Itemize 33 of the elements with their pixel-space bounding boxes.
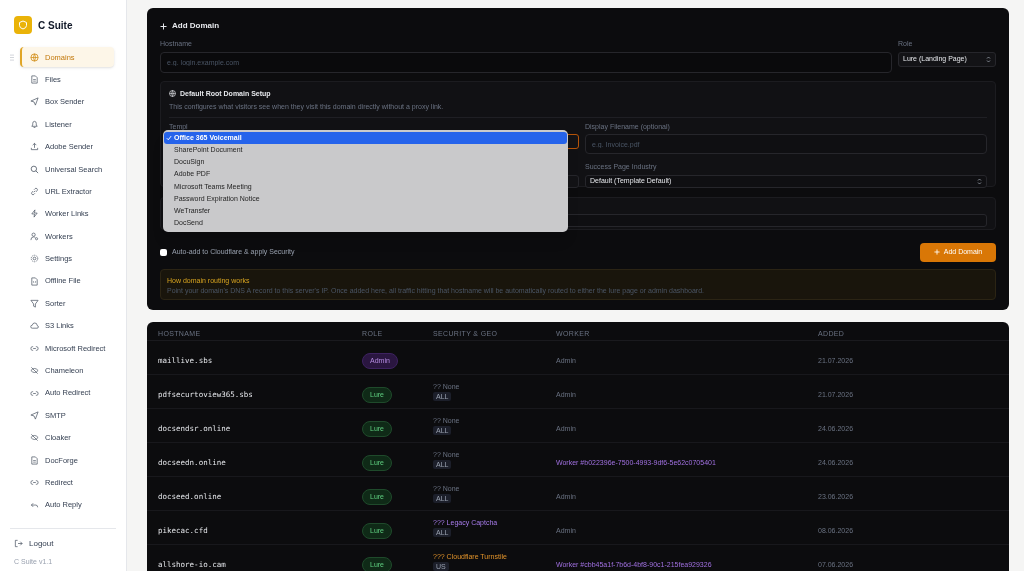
card-title: Add Domain: [172, 20, 220, 32]
eye-slash-icon: [30, 433, 39, 443]
link-icon: [30, 343, 39, 353]
search-icon: [30, 164, 39, 174]
plus-icon: [933, 249, 940, 255]
user-gear-icon: [30, 231, 39, 241]
app-title: C Suite: [38, 18, 73, 33]
cloudflare-checkbox[interactable]: [160, 248, 167, 256]
code-file-icon: [30, 276, 39, 286]
document-icon: [30, 455, 39, 465]
upload-icon: [30, 142, 39, 152]
send-icon: [30, 410, 39, 420]
logout-button[interactable]: Logout: [0, 532, 126, 555]
app-logo-icon: [14, 16, 32, 34]
send-icon: [30, 97, 39, 107]
bell-icon: [30, 119, 39, 129]
globe-icon: [30, 52, 39, 62]
checkmark-icon: [166, 135, 172, 142]
settings-icon: [30, 254, 39, 264]
link-icon: [30, 187, 39, 197]
logout-icon: [14, 539, 23, 548]
filter-icon: [30, 299, 39, 308]
link-icon: [30, 388, 39, 398]
reply-icon: [30, 500, 39, 510]
cloud-icon: [30, 321, 39, 331]
eye-slash-icon: [30, 366, 39, 376]
chevron-updown-icon: [977, 177, 982, 185]
lightning-icon: [30, 209, 39, 219]
document-icon: [30, 75, 39, 85]
chevron-updown-icon: [986, 55, 991, 63]
globe-icon: [169, 90, 176, 98]
plus-icon: [160, 22, 167, 30]
link-icon: [30, 478, 39, 488]
